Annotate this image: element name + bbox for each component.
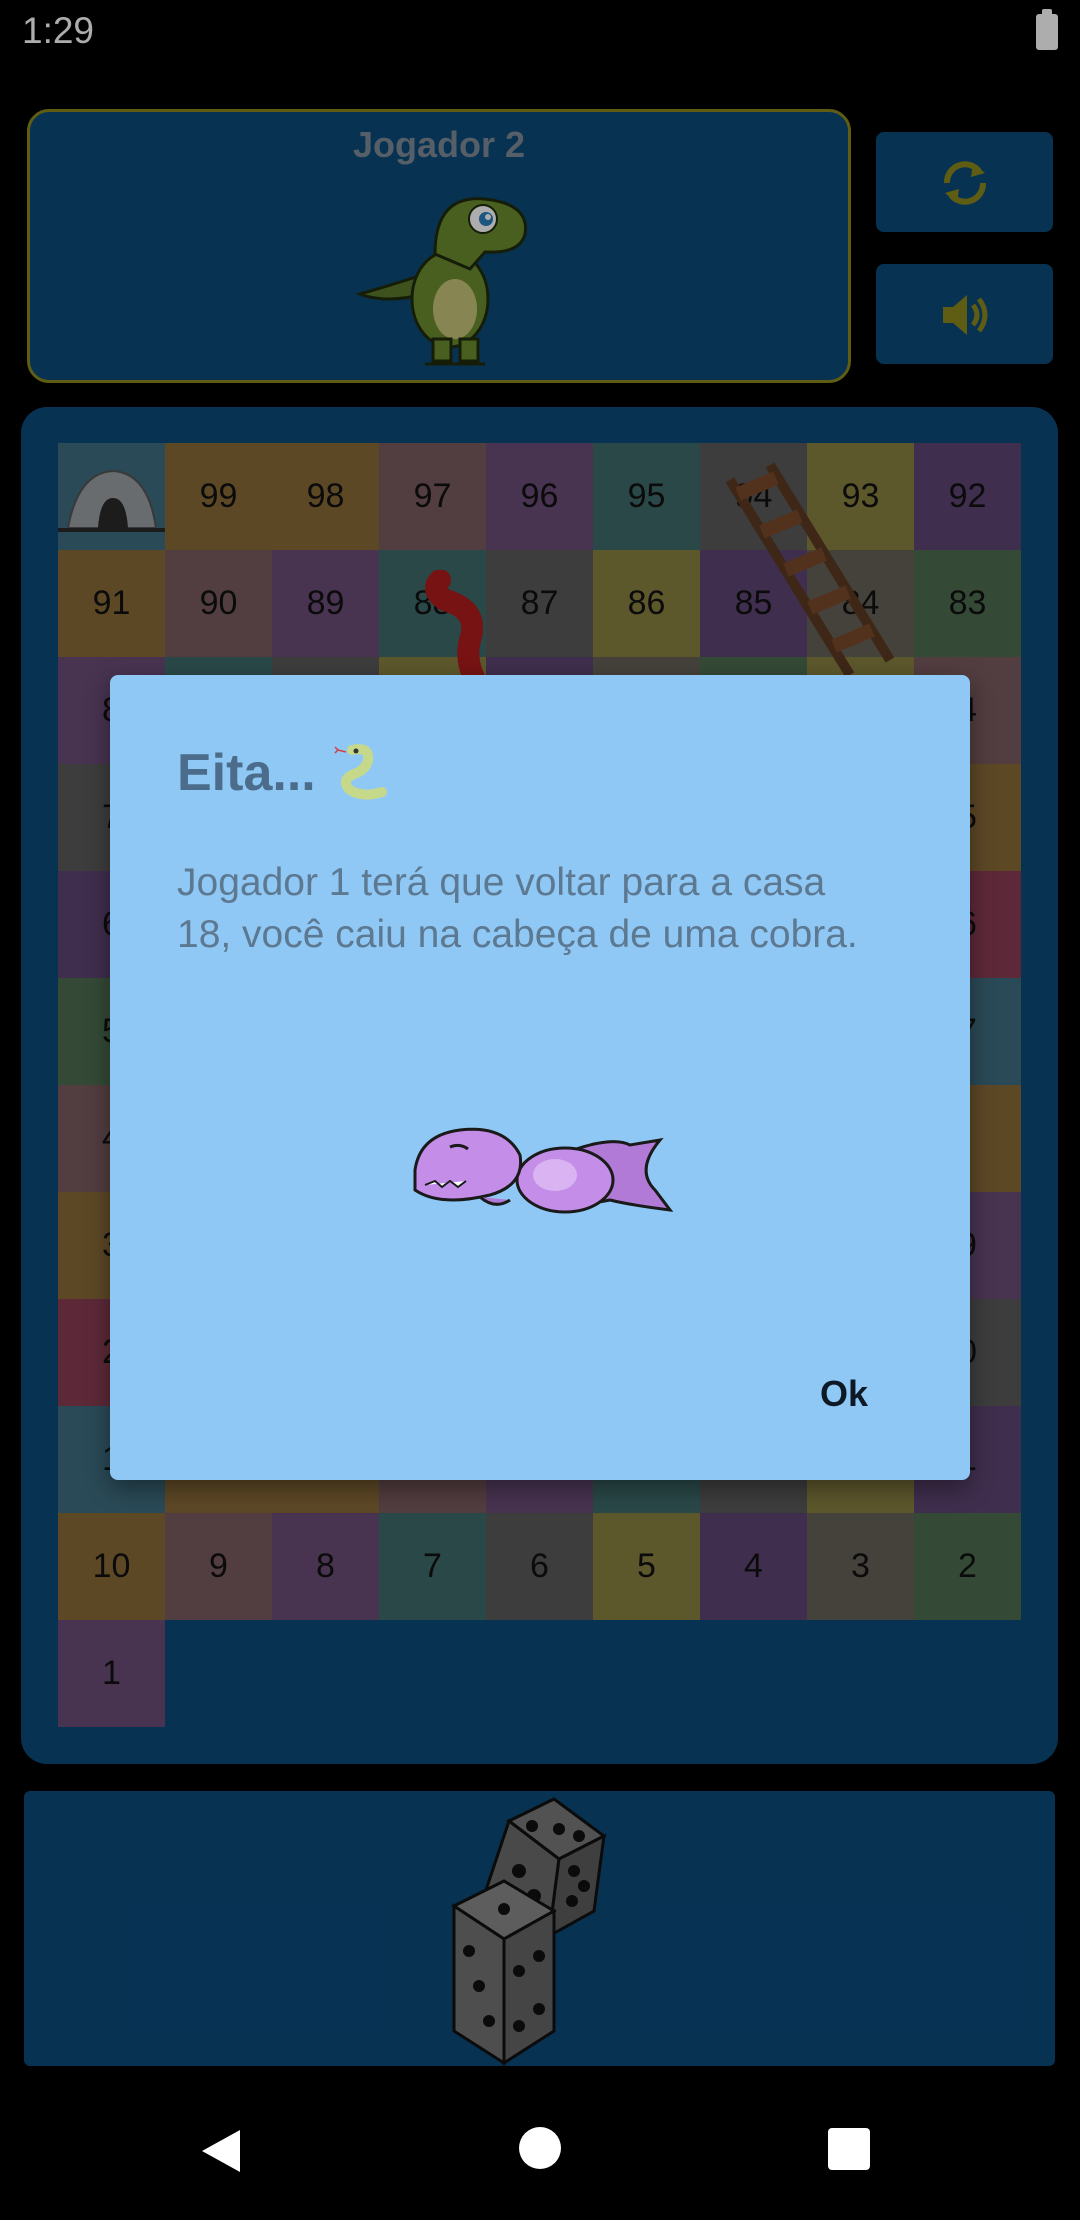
ok-button[interactable]: Ok bbox=[810, 1367, 878, 1421]
home-icon[interactable] bbox=[519, 2127, 561, 2169]
back-icon[interactable] bbox=[200, 2128, 242, 2174]
snake-dialog: Eita... Jogador 1 terá que voltar para a… bbox=[110, 675, 970, 1480]
dialog-title: Eita... bbox=[177, 744, 316, 802]
snake-icon bbox=[334, 744, 387, 800]
recents-icon[interactable] bbox=[828, 2128, 870, 2170]
navigation-bar bbox=[0, 2080, 1080, 2220]
dialog-title-row: Eita... bbox=[177, 740, 398, 806]
dialog-message: Jogador 1 terá que voltar para a casa 18… bbox=[177, 861, 858, 956]
purple-dinosaur-icon bbox=[413, 1127, 674, 1214]
